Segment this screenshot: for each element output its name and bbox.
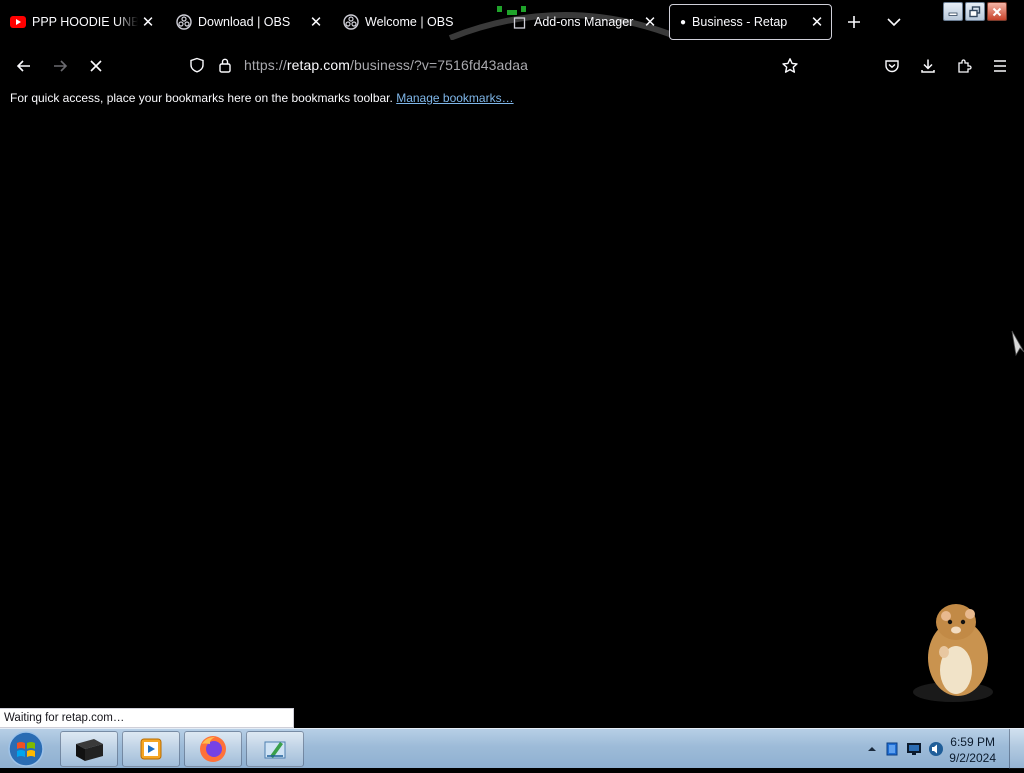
editor-app-icon xyxy=(264,741,286,759)
speaker-icon xyxy=(929,742,943,756)
mouse-cursor-icon xyxy=(1011,330,1024,356)
bookmarks-hint-text: For quick access, place your bookmarks h… xyxy=(10,91,393,105)
restore-button[interactable] xyxy=(965,2,985,21)
loading-dot-icon: ● xyxy=(680,16,687,28)
stop-loading-button[interactable] xyxy=(82,52,110,80)
stop-x-icon xyxy=(90,60,102,72)
tracking-protection-shield-icon[interactable] xyxy=(188,56,206,74)
close-icon[interactable]: ✕ xyxy=(306,12,326,32)
tab-title: Welcome | OBS xyxy=(365,15,454,29)
monitor-network-icon xyxy=(907,743,921,755)
taskbar-terminal-app[interactable] xyxy=(60,731,118,767)
status-panel: Waiting for retap.com… xyxy=(0,708,294,728)
tray-volume[interactable] xyxy=(928,741,944,757)
media-player-icon xyxy=(140,738,162,760)
clock-time: 6:59 PM xyxy=(950,735,995,749)
tab-strip: PPP HOODIE UNBOX ✕ Download | OBS ✕ Welc… xyxy=(0,0,1024,44)
taskbar-media-player[interactable] xyxy=(122,731,180,767)
youtube-icon xyxy=(10,14,26,30)
show-hidden-icons-button[interactable] xyxy=(864,741,880,757)
url-text[interactable]: https://retap.com/business/?v=7516fd43ad… xyxy=(244,57,528,73)
obs-icon xyxy=(343,14,359,30)
url-host: retap.com xyxy=(286,57,350,73)
puzzle-piece-icon xyxy=(958,59,972,73)
arrow-left-icon xyxy=(16,60,30,72)
windows-taskbar: 6:59 PM 9/2/2024 xyxy=(0,728,1024,769)
download-icon xyxy=(921,59,935,73)
close-window-button[interactable] xyxy=(987,2,1007,21)
chevron-down-icon xyxy=(887,18,901,27)
pocket-button[interactable] xyxy=(878,52,906,80)
show-desktop-button[interactable] xyxy=(1009,729,1024,769)
plus-icon xyxy=(848,16,860,28)
hamburger-menu-icon xyxy=(994,60,1006,72)
lock-icon[interactable] xyxy=(216,56,234,74)
tab-title: PPP HOODIE UNBOX xyxy=(32,15,138,29)
tab-title: Add-ons Manager xyxy=(534,15,634,29)
obs-icon xyxy=(176,14,192,30)
url-scheme: https:// xyxy=(244,57,287,73)
chevron-up-icon xyxy=(868,747,876,751)
page-content-area xyxy=(0,112,1024,708)
flag-icon xyxy=(886,742,898,756)
clock[interactable]: 6:59 PM 9/2/2024 xyxy=(949,734,996,766)
tab-download-obs[interactable]: Download | OBS ✕ xyxy=(168,4,330,40)
downloads-button[interactable] xyxy=(914,52,942,80)
close-icon[interactable]: ✕ xyxy=(807,12,827,32)
address-bar[interactable]: https://retap.com/business/?v=7516fd43ad… xyxy=(180,50,820,80)
back-button[interactable] xyxy=(10,52,38,80)
start-button[interactable] xyxy=(6,730,46,768)
star-icon xyxy=(782,58,798,73)
clock-date: 9/2/2024 xyxy=(949,751,996,765)
tab-title: Download | OBS xyxy=(198,15,291,29)
window-controls xyxy=(943,2,1007,21)
extensions-button[interactable] xyxy=(950,52,978,80)
manage-bookmarks-link[interactable]: Manage bookmarks… xyxy=(396,91,513,105)
tab-title: Business - Retap xyxy=(692,15,788,29)
tab-addons-manager[interactable]: Add-ons Manager ✕ xyxy=(504,4,664,40)
close-icon[interactable]: ✕ xyxy=(138,12,158,32)
pocket-icon xyxy=(885,60,899,73)
close-icon[interactable]: ✕ xyxy=(640,12,660,32)
close-icon xyxy=(992,7,1002,16)
firefox-icon xyxy=(200,736,226,762)
puzzle-icon xyxy=(512,14,528,30)
arrow-right-icon xyxy=(54,60,68,72)
forward-button[interactable] xyxy=(46,52,74,80)
tab-business-retap[interactable]: ● Business - Retap ✕ xyxy=(669,4,832,40)
taskbar-firefox[interactable] xyxy=(184,731,242,767)
bookmark-star-button[interactable] xyxy=(776,52,804,80)
tray-action-center[interactable] xyxy=(884,741,900,757)
tab-welcome-obs[interactable]: Welcome | OBS xyxy=(335,4,495,40)
list-all-tabs-button[interactable] xyxy=(882,10,906,34)
hamster-desktop-pet-icon xyxy=(913,604,993,702)
tab-ppp-hoodie[interactable]: PPP HOODIE UNBOX ✕ xyxy=(2,4,162,40)
black-box-app-icon xyxy=(76,739,103,761)
url-path: /business/?v=7516fd43adaa xyxy=(349,57,529,73)
app-menu-button[interactable] xyxy=(986,52,1014,80)
taskbar-editor-app[interactable] xyxy=(246,731,304,767)
new-tab-button[interactable] xyxy=(842,10,866,34)
windows-start-orb-icon xyxy=(8,731,44,767)
system-tray: 6:59 PM 9/2/2024 xyxy=(844,729,1024,769)
navigation-toolbar: https://retap.com/business/?v=7516fd43ad… xyxy=(0,44,1024,86)
minimize-button[interactable] xyxy=(943,2,963,21)
minimize-icon xyxy=(948,12,958,16)
bookmarks-toolbar: For quick access, place your bookmarks h… xyxy=(10,91,514,105)
tray-network[interactable] xyxy=(906,741,922,757)
restore-icon xyxy=(969,5,981,17)
